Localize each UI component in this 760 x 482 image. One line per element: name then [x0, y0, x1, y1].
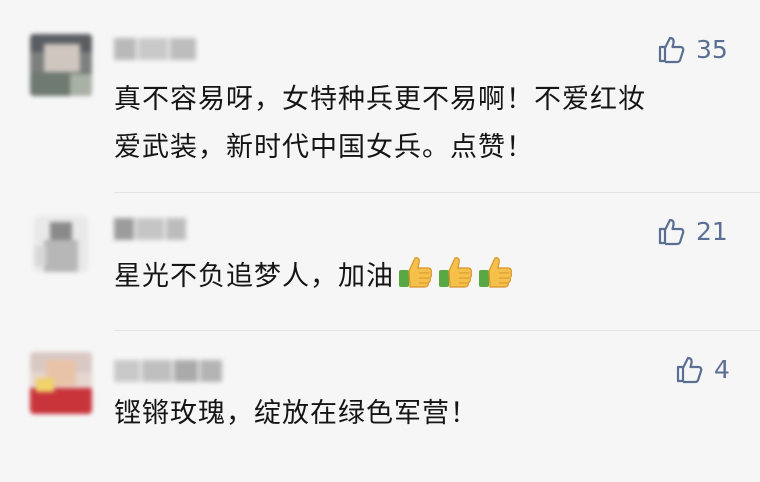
comment-text-line: 真不容易呀，女特种兵更不易啊！不爱红妆	[114, 84, 646, 115]
like-button[interactable]: 4	[674, 354, 730, 384]
comment-text-line: 铿锵玫瑰，绽放在绿色军营！	[114, 398, 478, 429]
like-count: 4	[714, 354, 730, 384]
comment-text: 真不容易呀，女特种兵更不易啊！不爱红妆 爱武装，新时代中国女兵。点赞！	[114, 76, 646, 172]
avatar[interactable]	[30, 352, 92, 414]
thumbs-up-outline-icon	[658, 218, 685, 246]
comment-list: 35 真不容易呀，女特种兵更不易啊！不爱红妆 爱武装，新时代中国女兵。点赞！ 2…	[0, 0, 760, 482]
comment-text: 星光不负追梦人，加油	[114, 253, 514, 307]
thumbs-up-outline-icon	[658, 36, 685, 64]
username-blurred[interactable]	[114, 218, 188, 240]
comment-text-line: 星光不负追梦人，加油	[114, 261, 394, 292]
avatar[interactable]	[34, 216, 88, 272]
thumbs-up-emoji	[476, 253, 514, 307]
username-blurred[interactable]	[114, 360, 224, 382]
thumbs-up-outline-icon	[676, 356, 703, 384]
comment-text-line: 爱武装，新时代中国女兵。点赞！	[114, 132, 534, 163]
divider	[114, 330, 760, 331]
divider	[114, 192, 760, 193]
like-count: 21	[696, 216, 728, 246]
avatar[interactable]	[30, 34, 92, 96]
like-count: 35	[696, 34, 728, 64]
username-blurred[interactable]	[114, 38, 198, 60]
like-button[interactable]: 35	[656, 34, 728, 64]
like-button[interactable]: 21	[656, 216, 728, 246]
thumbs-up-emoji	[436, 253, 474, 307]
thumbs-up-emoji	[396, 253, 434, 307]
comment-text: 铿锵玫瑰，绽放在绿色军营！	[114, 390, 478, 438]
